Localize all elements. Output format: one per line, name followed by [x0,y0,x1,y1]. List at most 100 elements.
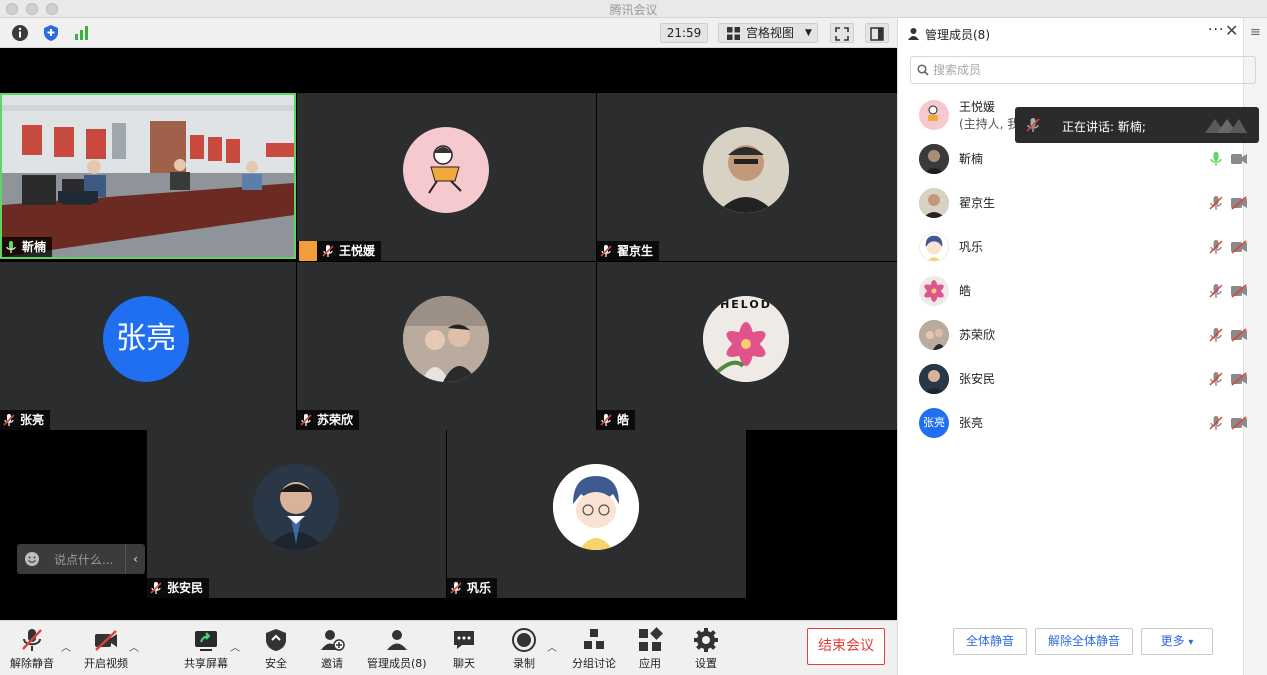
speaking-tooltip: 正在讲话: 靳楠; [1015,107,1259,143]
window-titlebar: 腾讯会议 [0,0,1267,18]
cartoon-avatar-image [928,105,938,121]
microphone-muted-icon [150,582,162,594]
avatar [553,464,639,550]
view-switch-button[interactable]: 宫格视图 ▼ [718,23,818,43]
camera-on-icon[interactable] [1230,152,1248,166]
cartoon-avatar-image [428,145,462,194]
members-icon [386,630,407,650]
security-button[interactable]: 安全 [263,627,289,671]
breakout-icon [584,629,604,649]
tile-namebar: 张亮 [0,410,51,430]
member-row[interactable]: 皓 [898,268,1247,312]
camera-off-icon[interactable] [1230,240,1248,254]
end-meeting-button[interactable]: 结束会议 [807,628,885,665]
more-options-icon[interactable]: ··· [1208,22,1224,38]
tile-namebar: 皓 [597,410,636,430]
grid-view-icon [727,27,740,40]
tile-name: 靳楠 [22,240,47,254]
unmute-all-button[interactable]: 解除全体静音 [1035,628,1133,655]
microphone-muted-icon [3,414,15,426]
video-tile-jinnan[interactable]: 靳楠 [0,93,296,259]
microphone-muted-icon[interactable] [1208,415,1224,431]
mute-all-button[interactable]: 全体静音 [953,628,1027,655]
members-panel-header: 管理成员(8) ··· ✕ [898,18,1243,48]
tile-namebar: 张安民 [147,578,210,598]
unmute-button[interactable]: 解除静音 [10,627,54,671]
member-row[interactable]: 巩乐 [898,224,1247,268]
microphone-on-icon[interactable] [1208,151,1224,167]
chat-button[interactable]: 聊天 [451,627,477,671]
tile-name: 张安民 [167,581,204,595]
member-name: 巩乐 [959,240,984,254]
menu-icon[interactable]: ≡ [1250,25,1261,40]
member-row[interactable]: 翟京生 [898,180,1247,224]
avatar [403,127,489,213]
microphone-muted-icon [300,414,312,426]
microphone-muted-icon[interactable] [1208,195,1224,211]
video-tile-surongxin[interactable]: 苏荣欣 [297,262,596,430]
info-icon[interactable] [11,24,29,42]
camera-off-icon[interactable] [1230,284,1248,298]
more-button[interactable]: 更多 ▾ [1141,628,1213,655]
chat-quick-input[interactable]: 说点什么... ‹ [17,544,145,574]
person-icon [908,28,919,40]
meeting-area: 21:59 宫格视图 ▼ 靳楠 王悦媛 翟京生 张亮 张亮 苏荣欣 HELOD … [0,18,897,675]
window-title: 腾讯会议 [609,3,658,17]
fullscreen-button[interactable] [830,23,854,43]
avatar [253,464,339,550]
photo-avatar-image [403,296,489,382]
sidebar-icon [870,27,884,41]
start-video-button[interactable]: 开启视频 [84,627,128,671]
tencent-meeting-logo-icon [1205,119,1247,133]
more-label: 更多 [1160,634,1185,648]
emoji-icon[interactable] [24,551,40,567]
apps-button[interactable]: 应用 [637,627,663,671]
record-button[interactable]: 录制 [511,627,537,671]
toggle-sidebar-button[interactable] [865,23,889,43]
microphone-muted-icon[interactable] [1208,239,1224,255]
unmute-label: 解除静音 [10,657,54,670]
video-tile-hao[interactable]: HELOD 皓 [597,262,897,430]
video-tile-wangyueyuan[interactable]: 王悦媛 [297,93,596,261]
member-row[interactable]: 张安民 [898,356,1247,400]
signal-icon[interactable] [73,24,91,42]
video-tile-gongle[interactable]: 巩乐 [447,430,746,598]
tile-namebar: 王悦媛 [297,241,382,261]
invite-button[interactable]: 邀请 [319,627,345,671]
member-row[interactable]: 苏荣欣 [898,312,1247,356]
breakout-rooms-button[interactable]: 分组讨论 [572,627,616,671]
member-avatar [919,188,949,218]
member-avatar [919,100,949,130]
cartoon-avatar-image [925,235,943,261]
chevron-left-icon[interactable]: ‹ [125,544,145,574]
video-tile-zhangliang[interactable]: 张亮 张亮 [0,262,296,430]
chevron-up-icon[interactable]: ︿ [547,639,557,654]
chevron-up-icon[interactable]: ︿ [230,639,240,654]
apps-icon [639,627,663,651]
shield-icon[interactable] [42,24,60,42]
member-name: 张安民 [959,372,996,386]
video-tile-zhanganmin[interactable]: 张安民 [147,430,446,598]
microphone-muted-icon[interactable] [1208,371,1224,387]
photo-avatar-image [919,144,949,174]
microphone-muted-icon[interactable] [1208,283,1224,299]
manage-members-button[interactable]: 管理成员(8) [367,627,427,671]
member-row[interactable]: 张亮 张亮 [898,400,1247,444]
video-grid: 靳楠 王悦媛 翟京生 张亮 张亮 苏荣欣 HELOD 皓 张安民 巩乐 说点什么… [0,48,897,620]
camera-off-icon[interactable] [1230,328,1248,342]
view-switch-label: 宫格视图 [746,26,795,40]
photo-avatar-image [919,320,949,350]
chevron-down-icon: ▾ [1188,637,1194,648]
camera-off-icon[interactable] [1230,372,1248,386]
camera-off-icon[interactable] [1230,416,1248,430]
settings-button[interactable]: 设置 [693,627,719,671]
video-tile-zhaijingsheng[interactable]: 翟京生 [597,93,897,261]
close-icon[interactable]: ✕ [1225,21,1238,40]
member-search-input[interactable]: 搜索成员 [910,56,1256,84]
share-screen-button[interactable]: 共享屏幕 [184,627,228,671]
chevron-up-icon[interactable]: ︿ [61,639,71,654]
chevron-up-icon[interactable]: ︿ [129,639,139,654]
tile-namebar: 巩乐 [447,578,498,598]
microphone-muted-icon[interactable] [1208,327,1224,343]
camera-off-icon[interactable] [1230,196,1248,210]
